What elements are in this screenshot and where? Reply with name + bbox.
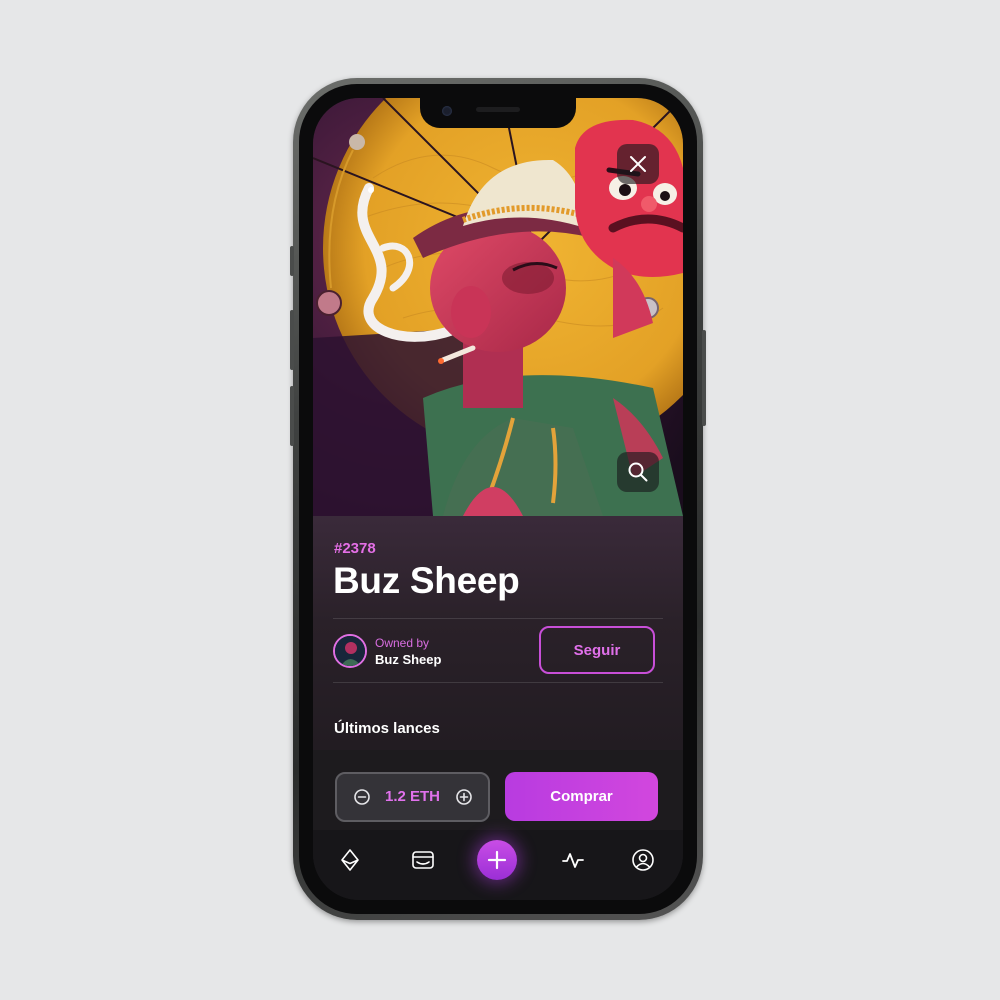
price-stepper: 1.2 ETH — [335, 772, 490, 822]
follow-button[interactable]: Seguir — [539, 626, 655, 674]
phone-frame: #2378 Buz Sheep Owned by Buz Sheep Segui… — [290, 78, 706, 920]
purchase-bar: 1.2 ETH Comprar — [313, 750, 683, 830]
user-circle-icon — [632, 849, 654, 871]
owner-avatar[interactable] — [333, 634, 367, 668]
token-id: #2378 — [334, 540, 376, 557]
owner-name[interactable]: Buz Sheep — [375, 652, 441, 667]
tab-add[interactable] — [477, 840, 517, 880]
earpiece-speaker — [476, 107, 520, 112]
tab-wallet[interactable] — [407, 844, 439, 876]
increment-button[interactable] — [455, 788, 473, 806]
power-button — [702, 330, 706, 426]
bottom-tab-bar — [313, 830, 683, 900]
wallet-icon — [412, 851, 434, 869]
front-camera — [442, 106, 452, 116]
divider-top — [333, 618, 663, 619]
tab-explore[interactable] — [334, 844, 366, 876]
latest-bids-heading: Últimos lances — [334, 720, 440, 737]
owned-by-label: Owned by — [375, 636, 430, 650]
screen: #2378 Buz Sheep Owned by Buz Sheep Segui… — [313, 98, 683, 900]
nft-details-panel: #2378 Buz Sheep Owned by Buz Sheep Segui… — [313, 516, 683, 750]
search-icon — [628, 462, 648, 482]
nft-artwork — [313, 98, 683, 516]
activity-icon — [562, 853, 584, 868]
ethereum-icon — [341, 849, 359, 871]
notch — [420, 98, 576, 128]
plus-circle-icon — [456, 789, 472, 805]
plus-icon — [487, 850, 507, 870]
buy-button[interactable]: Comprar — [505, 772, 658, 821]
close-icon — [630, 156, 646, 172]
close-button[interactable] — [617, 144, 659, 184]
volume-up-button — [290, 310, 294, 370]
zoom-button[interactable] — [617, 452, 659, 492]
volume-down-button — [290, 386, 294, 446]
nft-title: Buz Sheep — [333, 560, 520, 601]
silent-switch — [290, 246, 294, 276]
avatar-image — [335, 636, 365, 666]
tab-profile[interactable] — [627, 844, 659, 876]
divider-bottom — [333, 682, 663, 683]
tab-activity[interactable] — [557, 844, 589, 876]
owner-row: Owned by Buz Sheep Seguir — [333, 626, 663, 688]
